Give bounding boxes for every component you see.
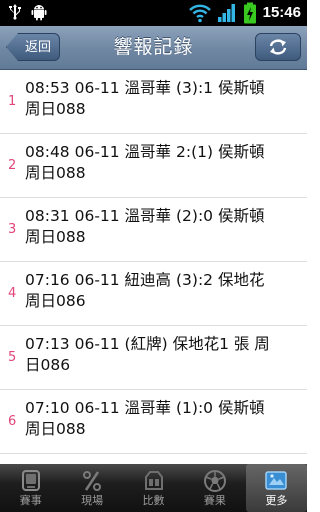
monitor-icon	[21, 470, 40, 491]
usb-icon	[9, 4, 21, 20]
title-bar: 返回 響報記錄	[0, 26, 307, 70]
football-icon	[203, 470, 226, 492]
tab-events[interactable]: 賽事	[0, 464, 61, 512]
tab-label: 賽事	[19, 494, 42, 507]
list-item[interactable]: 2 08:48 06-11 溫哥華 2:(1) 侯斯頓 周日088	[0, 134, 307, 198]
wifi-icon	[188, 4, 211, 23]
item-text: 07:10 06-11 溫哥華 (1):0 侯斯頓 周日088	[25, 399, 265, 438]
list-item[interactable]: 3 08:31 06-11 溫哥華 (2):0 侯斯頓 周日088	[0, 198, 307, 262]
list-item[interactable]: 1 08:53 06-11 溫哥華 (3):1 侯斯頓 周日088	[0, 70, 307, 134]
item-text: 08:48 06-11 溫哥華 2:(1) 侯斯頓 周日088	[25, 143, 265, 182]
item-index: 4	[8, 286, 17, 301]
item-text: 07:13 06-11 (紅牌) 保地花1 張 周 日086	[25, 335, 270, 374]
bottom-nav: 賽事 現場 比數 賽果 更多	[0, 464, 308, 512]
list-item[interactable]: 6 07:10 06-11 溫哥華 (1):0 侯斯頓 周日088	[0, 390, 307, 454]
tab-more[interactable]: 更多	[245, 464, 308, 512]
item-index: 6	[8, 414, 17, 429]
item-text: 08:53 06-11 溫哥華 (3):1 侯斯頓 周日088	[25, 79, 265, 118]
battery-charging-icon	[243, 2, 256, 24]
tab-label: 比數	[142, 494, 165, 507]
tab-live[interactable]: 現場	[61, 464, 122, 512]
refresh-icon	[269, 39, 287, 55]
item-text: 08:31 06-11 溫哥華 (2):0 侯斯頓 周日088	[25, 207, 265, 246]
signal-icon	[217, 4, 235, 22]
tab-scores[interactable]: 比數	[123, 464, 184, 512]
tab-label: 賽果	[203, 494, 226, 507]
item-index: 1	[8, 94, 17, 109]
list-item[interactable]: 4 07:16 06-11 紐迪高 (3):2 保地花 周日086	[0, 262, 307, 326]
item-index: 2	[8, 158, 17, 173]
android-debug-icon	[31, 5, 47, 21]
item-index: 5	[8, 350, 17, 365]
tab-results[interactable]: 賽果	[184, 464, 245, 512]
item-text: 07:16 06-11 紐迪高 (3):2 保地花 周日086	[25, 271, 265, 310]
refresh-button[interactable]	[255, 33, 301, 61]
percent-icon	[83, 471, 102, 491]
status-bar: 15:46	[0, 0, 307, 26]
list-item[interactable]: 5 07:13 06-11 (紅牌) 保地花1 張 周 日086	[0, 326, 307, 390]
tab-label: 更多	[265, 494, 288, 507]
alert-history-list[interactable]: 1 08:53 06-11 溫哥華 (3):1 侯斯頓 周日088 2 08:4…	[0, 70, 307, 464]
tab-label: 現場	[81, 494, 104, 507]
status-time: 15:46	[262, 4, 301, 21]
scoreboard-icon	[144, 471, 163, 490]
more-icon	[265, 471, 288, 490]
item-index: 3	[8, 222, 17, 237]
